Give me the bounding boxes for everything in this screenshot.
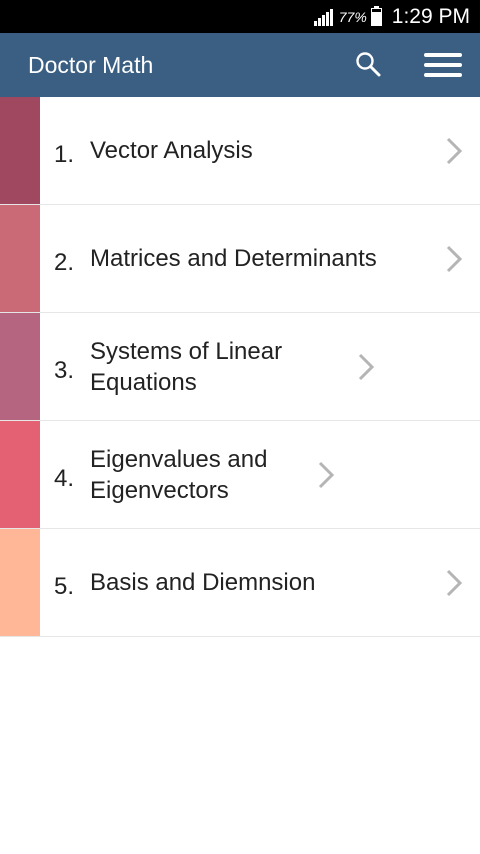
search-button[interactable] xyxy=(354,50,384,80)
list-item-basis-and-dimension[interactable]: 5. Basis and Diemnsion xyxy=(0,529,480,637)
item-number: 2. xyxy=(54,248,75,276)
signal-icon xyxy=(313,8,333,26)
item-label: Eigenvalues and Eigenvectors xyxy=(90,445,268,504)
app-bar: Doctor Math xyxy=(0,33,480,97)
search-icon xyxy=(356,52,381,77)
item-label: Matrices and Determinants xyxy=(90,245,377,272)
item-number: 4. xyxy=(54,464,75,492)
color-swatch xyxy=(0,97,40,204)
item-number: 3. xyxy=(54,356,75,384)
hamburger-menu-icon xyxy=(424,53,462,57)
list-item-systems-of-linear-equations[interactable]: 3. Systems of Linear Equations xyxy=(0,313,480,421)
list-item-vector-analysis[interactable]: 1. Vector Analysis xyxy=(0,97,480,205)
app-title: Doctor Math xyxy=(28,51,154,78)
chevron-right-icon xyxy=(446,137,463,164)
chevron-right-icon xyxy=(358,353,375,380)
item-label: Systems of Linear Equations xyxy=(90,337,283,396)
list-item-matrices-and-determinants[interactable]: 2. Matrices and Determinants xyxy=(0,205,480,313)
battery-percent: 77% xyxy=(338,8,367,25)
status-bar: 77% 1:29 PM xyxy=(0,0,480,33)
item-label: Basis and Diemnsion xyxy=(90,569,316,596)
chevron-right-icon xyxy=(318,461,335,488)
clock: 1:29 PM xyxy=(391,4,470,28)
chevron-right-icon xyxy=(446,245,463,272)
color-swatch xyxy=(0,529,40,636)
color-swatch xyxy=(0,313,40,420)
battery-icon xyxy=(370,5,382,26)
item-label: Vector Analysis xyxy=(90,137,253,164)
chapter-list: 1. Vector Analysis 2. Matrices and Deter… xyxy=(0,97,480,637)
item-number: 1. xyxy=(54,140,75,168)
menu-button[interactable] xyxy=(424,50,462,80)
color-swatch xyxy=(0,205,40,312)
list-item-eigenvalues-and-eigenvectors[interactable]: 4. Eigenvalues and Eigenvectors xyxy=(0,421,480,529)
color-swatch xyxy=(0,421,40,528)
chevron-right-icon xyxy=(446,569,463,596)
item-number: 5. xyxy=(54,572,75,600)
